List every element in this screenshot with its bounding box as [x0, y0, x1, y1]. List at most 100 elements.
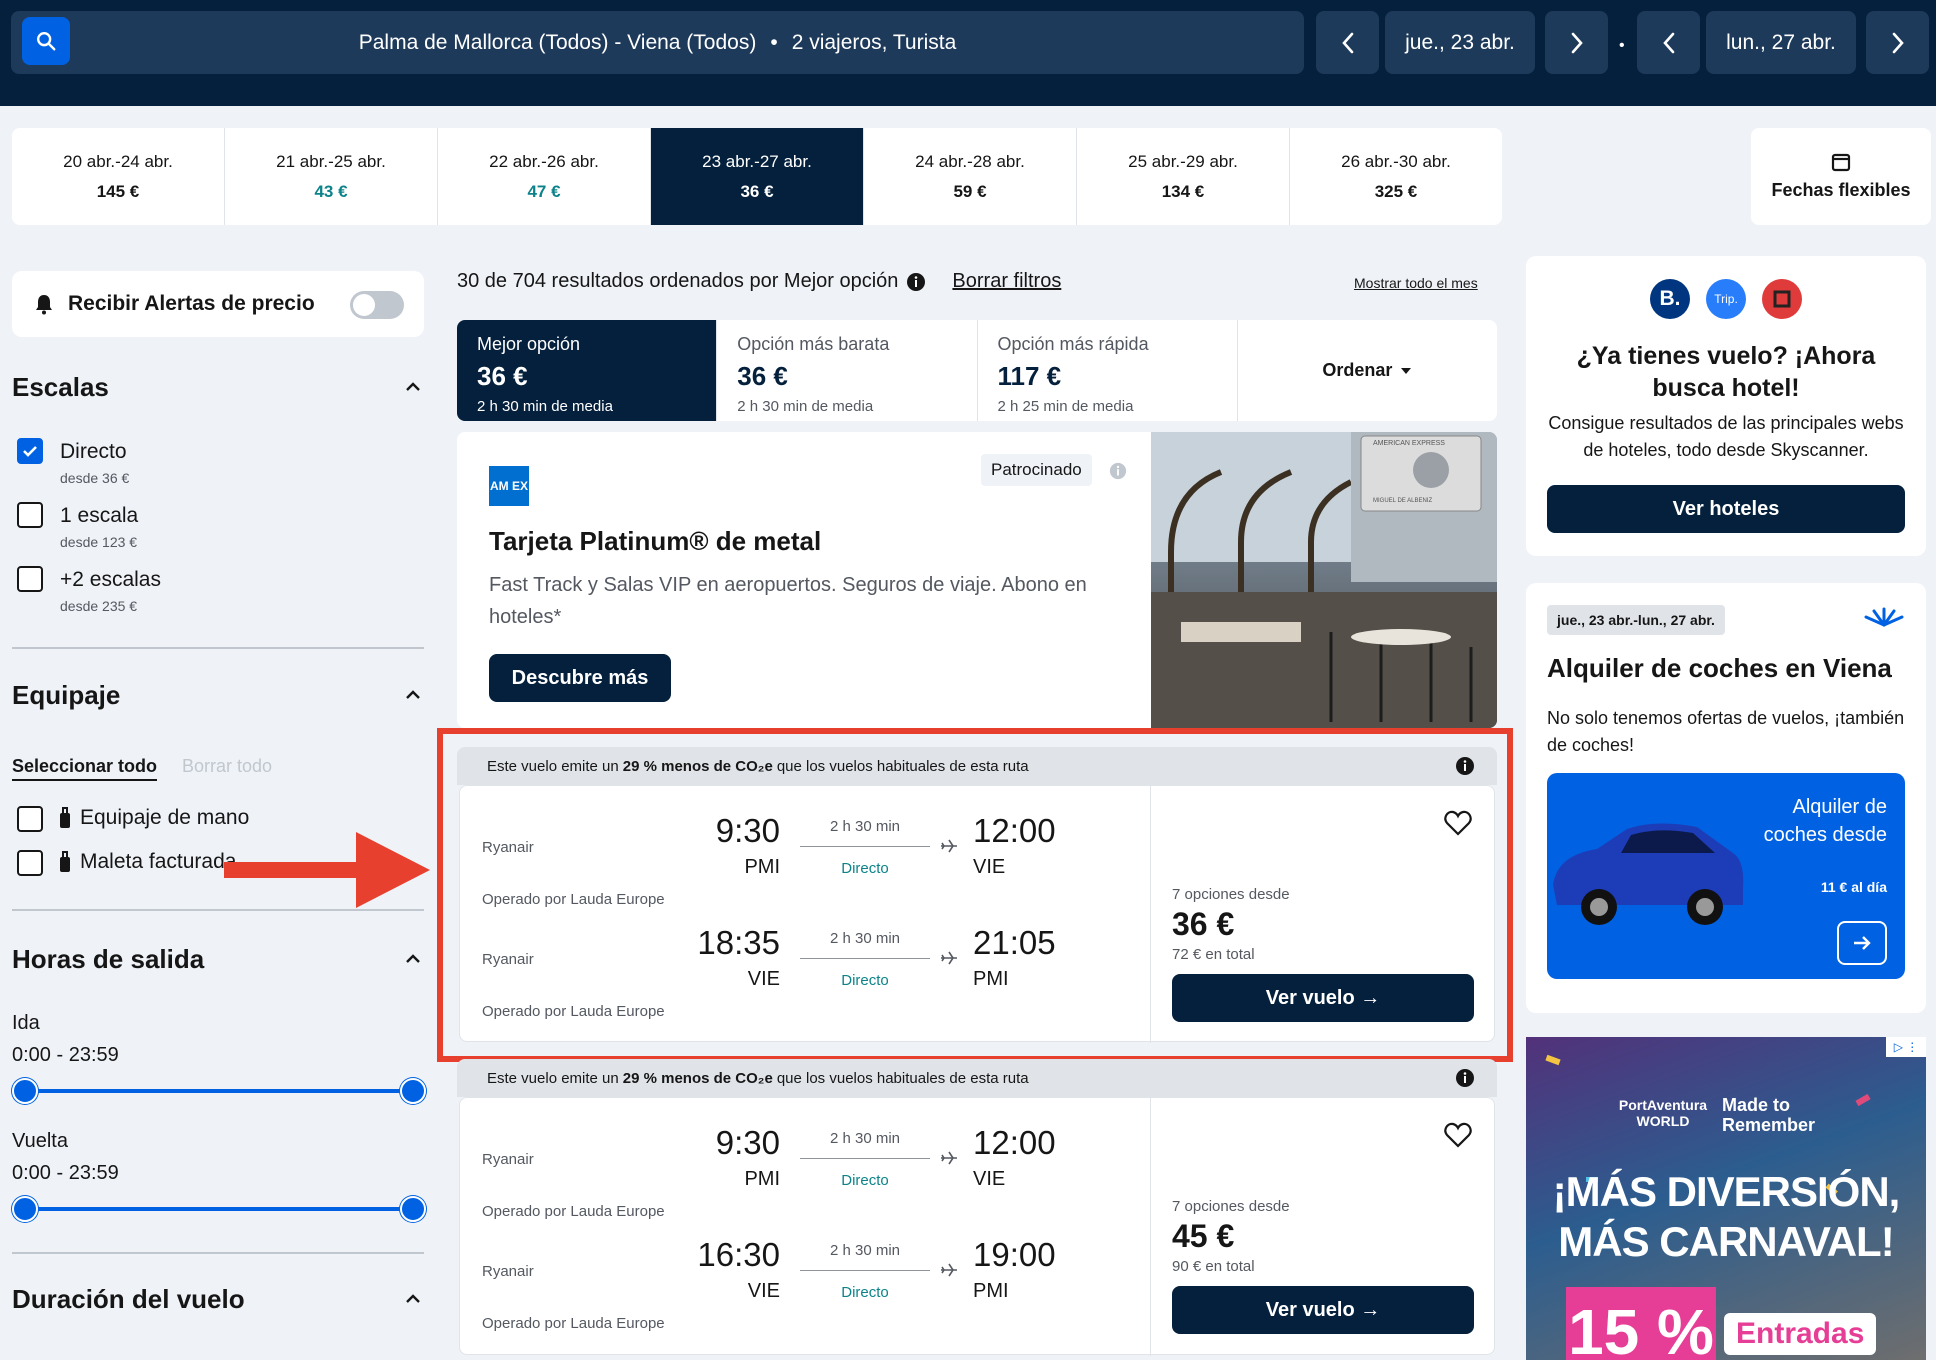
stops-option-label: Directo	[60, 440, 127, 463]
car-promo-arrow-button[interactable]	[1837, 921, 1887, 965]
price-alerts-box[interactable]: Recibir Alertas de precio	[12, 271, 424, 337]
tab-price: 117 €	[997, 361, 1062, 391]
clear-all-link[interactable]: Borrar todo	[182, 756, 272, 777]
departure-airport: PMI	[744, 856, 780, 878]
operated-by: Operado por Lauda Europe	[482, 891, 665, 908]
date-option[interactable]: 25 abr.-29 abr. 134 €	[1077, 128, 1290, 225]
date-option[interactable]: 21 abr.-25 abr. 43 €	[225, 128, 438, 225]
stops-direct-checkbox[interactable]	[17, 438, 43, 464]
date-option[interactable]: 24 abr.-28 abr. 59 €	[864, 128, 1077, 225]
date-option[interactable]: 20 abr.-24 abr. 145 €	[12, 128, 225, 225]
info-icon[interactable]	[1109, 462, 1127, 480]
checked-bag-checkbox[interactable]	[17, 850, 43, 876]
info-icon[interactable]	[1455, 756, 1475, 776]
view-flight-button[interactable]: Ver vuelo →	[1172, 1286, 1474, 1334]
card-divider	[1150, 786, 1151, 1043]
date-option-selected[interactable]: 23 abr.-27 abr. 36 €	[651, 128, 864, 225]
tab-duration: 2 h 25 min de media	[997, 398, 1134, 415]
info-icon[interactable]	[1455, 1068, 1475, 1088]
card-brand: AMERICAN EXPRESS	[1373, 440, 1445, 447]
next-return-date-button[interactable]	[1866, 11, 1929, 74]
operated-by: Operado por Lauda Europe	[482, 1003, 665, 1020]
flight-price: 36 €	[1172, 906, 1235, 942]
results-summary: 30 de 704 resultados ordenados por Mejor…	[457, 270, 899, 292]
date-range: 24 abr.-28 abr.	[915, 151, 1025, 171]
tab-fastest[interactable]: Opción más rápida 117 € 2 h 25 min de medi…	[978, 320, 1238, 421]
booking-logo: B.	[1650, 279, 1690, 319]
card-divider	[1150, 1098, 1151, 1356]
select-all-link[interactable]: Seleccionar todo	[12, 756, 158, 781]
co2-text-post: que los vuelos habituales de esta ruta	[776, 757, 1029, 775]
return-slider-end-handle[interactable]	[400, 1196, 426, 1222]
price-alerts-toggle[interactable]	[350, 291, 404, 319]
car-image	[1553, 823, 1744, 925]
tab-label: Opción más rápida	[997, 334, 1149, 354]
search-icon	[37, 32, 56, 51]
heart-icon[interactable]	[1444, 810, 1472, 836]
chevron-left-icon	[1662, 32, 1674, 53]
stops-2plus-checkbox[interactable]	[17, 566, 43, 592]
co2-text-post: que los vuelos habituales de esta ruta	[776, 1069, 1029, 1087]
divider	[12, 909, 424, 911]
baggage-option-label: Maleta facturada	[80, 850, 237, 873]
checked-bag-icon	[60, 851, 70, 872]
results-summary-row: 30 de 704 resultados ordenados por Mejor…	[457, 270, 1061, 293]
return-label: Vuelta	[12, 1130, 68, 1152]
tab-price: 36 €	[477, 361, 528, 391]
date-price: 145 €	[96, 181, 140, 201]
date-option[interactable]: 22 abr.-26 abr. 47 €	[438, 128, 651, 225]
lounge-illustration	[1151, 432, 1497, 728]
view-flight-button[interactable]: Ver vuelo →	[1172, 974, 1474, 1022]
baggage-heading: Equipaje	[12, 680, 121, 710]
co2-banner: Este vuelo emite un 29 % menos de CO₂e q…	[457, 1059, 1497, 1097]
outbound-slider-start-handle[interactable]	[12, 1078, 38, 1104]
flexible-dates-button[interactable]: Fechas flexibles	[1751, 128, 1931, 225]
flight-duration: 2 h 30 min	[829, 818, 901, 835]
outbound-slider-end-handle[interactable]	[400, 1078, 426, 1104]
info-icon[interactable]	[906, 272, 926, 292]
stops-info: Directo	[841, 860, 889, 877]
heart-icon[interactable]	[1444, 1122, 1472, 1148]
amex-logo: AM EX	[489, 466, 529, 506]
banner-tagline: Made to Remember	[1722, 1095, 1816, 1135]
date-option[interactable]: 26 abr.-30 abr. 325 €	[1290, 128, 1502, 225]
chevron-up-icon[interactable]	[405, 381, 421, 393]
arrow-right-icon	[1854, 936, 1871, 950]
depart-date[interactable]: jue., 23 abr.	[1385, 11, 1535, 74]
show-month-link[interactable]: Mostrar todo el mes	[1354, 275, 1478, 291]
flight-line	[800, 1158, 930, 1159]
banner-headline-1: ¡MÁS DIVERSIÓN,	[1552, 1168, 1901, 1215]
tab-cheapest[interactable]: Opción más barata 36 € 2 h 30 min de media	[717, 320, 978, 421]
stops-info: Directo	[841, 972, 889, 989]
plane-icon	[941, 1151, 957, 1165]
chevron-up-icon[interactable]	[405, 689, 421, 701]
flight-card[interactable]: Ryanair Operado por Lauda Europe 9:30 PM…	[459, 1097, 1495, 1356]
car-rental-promo[interactable]: Alquiler de coches desde 11 € al día	[1547, 773, 1905, 979]
next-depart-date-button[interactable]	[1545, 11, 1608, 74]
view-hotels-button[interactable]: Ver hoteles	[1547, 485, 1905, 533]
sort-dropdown[interactable]: Ordenar	[1238, 320, 1497, 421]
flight-card[interactable]: Ryanair Operado por Lauda Europe 9:30 PM…	[459, 785, 1495, 1043]
tab-label: Opción más barata	[737, 334, 890, 354]
search-button[interactable]	[22, 17, 70, 65]
cabin-bag-checkbox[interactable]	[17, 806, 43, 832]
return-slider-start-handle[interactable]	[12, 1196, 38, 1222]
stops-1-checkbox[interactable]	[17, 502, 43, 528]
prev-return-date-button[interactable]	[1637, 11, 1700, 74]
ad-cta-button[interactable]: Descubre más	[489, 654, 671, 702]
return-date[interactable]: lun., 27 abr.	[1706, 11, 1856, 74]
tab-label: Mejor opción	[477, 334, 581, 354]
operated-by: Operado por Lauda Europe	[482, 1203, 665, 1220]
stops-option-price: desde 235 €	[60, 598, 138, 614]
chevron-up-icon[interactable]	[405, 953, 421, 965]
tab-best[interactable]: Mejor opción 36 € 2 h 30 min de media	[457, 320, 718, 421]
search-summary[interactable]: Palma de Mallorca (Todos) - Viena (Todos…	[11, 11, 1304, 74]
prev-depart-date-button[interactable]	[1316, 11, 1379, 74]
chevron-up-icon[interactable]	[405, 1293, 421, 1305]
outbound-slider-track[interactable]	[25, 1089, 413, 1093]
clear-filters-link[interactable]: Borrar filtros	[952, 270, 1061, 293]
display-banner-ad[interactable]: ▷ ⋮ PortAventura WORLD Made to Remember …	[1526, 1037, 1926, 1360]
hotels-body: Consigue resultados de las principales w…	[1548, 413, 1904, 460]
plane-icon	[941, 951, 957, 965]
return-slider-track[interactable]	[25, 1207, 413, 1211]
